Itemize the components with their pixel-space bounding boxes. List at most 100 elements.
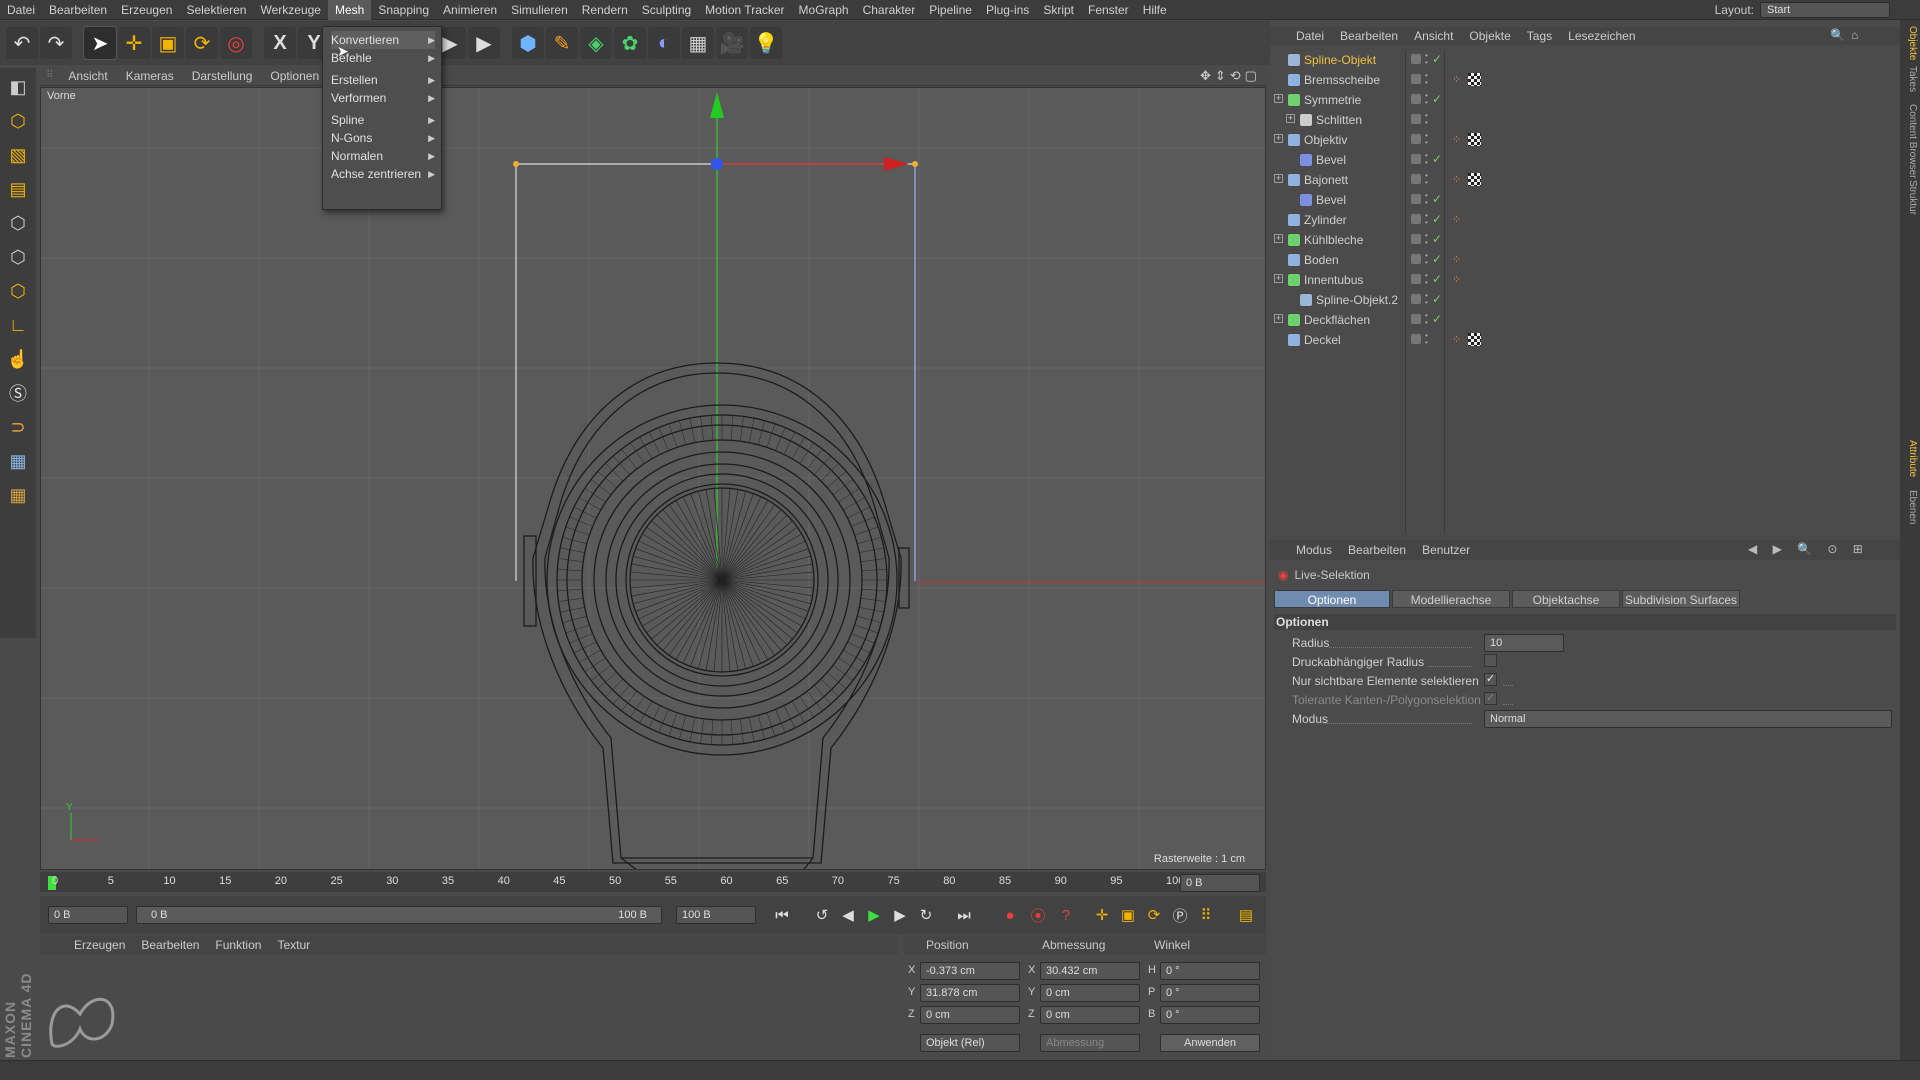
viewport-menu-optionen[interactable]: Optionen	[261, 69, 328, 83]
material-tag-icon[interactable]	[1468, 333, 1481, 346]
object-row-k-hlbleche[interactable]: + Kühlbleche • • ✓	[1270, 230, 1900, 250]
move-icon[interactable]: ✛	[118, 27, 150, 59]
rotation-h-field[interactable]: 0 °	[1160, 962, 1260, 980]
object-name[interactable]: Spline-Objekt.2	[1316, 293, 1398, 307]
mode-select[interactable]: Normal	[1484, 710, 1892, 728]
object-name[interactable]: Bevel	[1316, 153, 1346, 167]
object-name[interactable]: Innentubus	[1304, 273, 1363, 287]
tag-icon[interactable]: ⁘	[1452, 133, 1461, 146]
menu-datei[interactable]: Datei	[0, 0, 42, 20]
menu-mograph[interactable]: MoGraph	[792, 0, 856, 20]
side-tab-content-browser[interactable]: Content Browser	[1902, 104, 1918, 178]
layer-flag-icon[interactable]	[1411, 254, 1421, 264]
menu-rendern[interactable]: Rendern	[575, 0, 635, 20]
object-name[interactable]: Deckflächen	[1304, 313, 1370, 327]
size-z-field[interactable]: 0 cm	[1040, 1006, 1140, 1024]
size-x-field[interactable]: 30.432 cm	[1040, 962, 1140, 980]
menu-mesh[interactable]: Mesh	[327, 0, 372, 20]
mesh-menu-item-achse-zentrieren[interactable]: Achse zentrieren ▶	[331, 165, 435, 183]
tab-modellierachse[interactable]: Modellierachse	[1392, 590, 1510, 608]
enabled-check-icon[interactable]: ✓	[1432, 212, 1442, 226]
cube-icon[interactable]: ⬢	[512, 27, 544, 59]
expand-toggle-icon[interactable]: +	[1274, 234, 1283, 243]
object-name[interactable]: Boden	[1304, 253, 1339, 267]
redo-icon[interactable]: ↷	[40, 27, 72, 59]
subdivision-icon[interactable]: ◈	[580, 27, 612, 59]
menu-bearbeiten[interactable]: Bearbeiten	[42, 0, 114, 20]
layout-select[interactable]: Start	[1760, 2, 1890, 18]
enabled-check-icon[interactable]: ✓	[1432, 292, 1442, 306]
menu-hilfe[interactable]: Hilfe	[1136, 0, 1174, 20]
menu-pipeline[interactable]: Pipeline	[922, 0, 979, 20]
object-row-innentubus[interactable]: + Innentubus • • ✓ ⁘	[1270, 270, 1900, 290]
expand-toggle-icon[interactable]: +	[1286, 114, 1295, 123]
expand-toggle-icon[interactable]: +	[1274, 94, 1283, 103]
viewport-nav-icons[interactable]: ✥⇕⟲▢	[1200, 68, 1261, 84]
menu-snapping[interactable]: Snapping	[371, 0, 436, 20]
model-mode-icon[interactable]: ⬡	[3, 106, 33, 136]
goto-end-icon[interactable]: ⏭	[952, 903, 976, 927]
object-name[interactable]: Bremsscheibe	[1304, 73, 1380, 87]
polygons-mode-icon[interactable]: ⬡	[3, 276, 33, 306]
texture-mode-icon[interactable]: ▧	[3, 140, 33, 170]
magnet-icon[interactable]: ⊃	[3, 412, 33, 442]
layer-flag-icon[interactable]	[1411, 154, 1421, 164]
key-position-icon[interactable]: ✛	[1090, 903, 1114, 927]
position-x-field[interactable]: -0.373 cm	[920, 962, 1020, 980]
visibility-dots-icon[interactable]: • •	[1425, 132, 1428, 147]
mesh-menu-item-n-gons[interactable]: N-Gons ▶	[331, 129, 435, 147]
enabled-check-icon[interactable]: ✓	[1432, 272, 1442, 286]
frame-range-slider[interactable]: 0 B 100 B	[136, 906, 662, 924]
end-frame-field[interactable]: 100 B	[676, 906, 756, 924]
tag-icon[interactable]: ⁘	[1452, 173, 1461, 186]
menu-werkzeuge[interactable]: Werkzeuge	[253, 0, 327, 20]
layer-flag-icon[interactable]	[1411, 234, 1421, 244]
param-checkbox[interactable]: ✓	[1484, 673, 1497, 686]
om-search-icons[interactable]: 🔍⌂	[1830, 28, 1864, 42]
expand-toggle-icon[interactable]: +	[1274, 274, 1283, 283]
auto-key-icon[interactable]: ⦿	[1026, 903, 1050, 927]
timeline-ruler[interactable]: 0 5 10 15 20 25 30 35 40 45 50 55 60 65 70 75 80 85 90 95 10…	[40, 872, 1266, 892]
object-row-spline-objekt-2[interactable]: Spline-Objekt.2 • • ✓	[1270, 290, 1900, 310]
light-icon[interactable]: 💡	[750, 27, 782, 59]
param-checkbox[interactable]: ✓	[1484, 692, 1497, 705]
object-row-bajonett[interactable]: + Bajonett • • ⁘	[1270, 170, 1900, 190]
rotation-b-field[interactable]: 0 °	[1160, 1006, 1260, 1024]
undo-icon[interactable]: ↶	[6, 27, 38, 59]
goto-start-icon[interactable]: ⏮	[770, 903, 794, 927]
mesh-menu-item-spline[interactable]: Spline ▶	[331, 111, 435, 129]
scale-icon[interactable]: ▣	[152, 27, 184, 59]
menu-animieren[interactable]: Animieren	[436, 0, 504, 20]
dimension-mode-select[interactable]: Abmessung	[1040, 1034, 1140, 1052]
workplane-mode-icon[interactable]: ▤	[3, 174, 33, 204]
object-row-boden[interactable]: Boden • • ✓ ⁘	[1270, 250, 1900, 270]
enabled-check-icon[interactable]: ✓	[1432, 232, 1442, 246]
live-selection-icon[interactable]: ➤	[83, 26, 117, 60]
viewport-menu-ansicht[interactable]: Ansicht	[59, 69, 116, 83]
am-menu-benutzer[interactable]: Benutzer	[1414, 543, 1478, 557]
rotate-icon[interactable]: ⟳	[186, 27, 218, 59]
material-menu-textur[interactable]: Textur	[269, 938, 318, 952]
camera-icon[interactable]: 🎥	[716, 27, 748, 59]
visibility-dots-icon[interactable]: • •	[1425, 152, 1428, 167]
floor-icon[interactable]: ▦	[682, 27, 714, 59]
object-row-deckel[interactable]: Deckel • • ⁘	[1270, 330, 1900, 350]
visibility-dots-icon[interactable]: • •	[1425, 252, 1428, 267]
object-name[interactable]: Deckel	[1304, 333, 1341, 347]
material-manager-area[interactable]	[40, 956, 898, 1056]
menu-plug-ins[interactable]: Plug-ins	[979, 0, 1036, 20]
mesh-menu-item-verformen[interactable]: Verformen ▶	[331, 89, 435, 107]
menu-erzeugen[interactable]: Erzeugen	[114, 0, 179, 20]
prev-key-icon[interactable]: ↺	[810, 903, 834, 927]
object-row-bremsscheibe[interactable]: Bremsscheibe • • ⁘	[1270, 70, 1900, 90]
key-parameter-icon[interactable]: Ⓟ	[1168, 903, 1192, 927]
position-y-field[interactable]: 31.878 cm	[920, 984, 1020, 1002]
tag-icon[interactable]: ⁘	[1452, 333, 1461, 346]
position-z-field[interactable]: 0 cm	[920, 1006, 1020, 1024]
visibility-dots-icon[interactable]: • •	[1425, 312, 1428, 327]
layer-flag-icon[interactable]	[1411, 74, 1421, 84]
current-frame-field[interactable]: 0 B	[1180, 874, 1260, 892]
rotation-p-field[interactable]: 0 °	[1160, 984, 1260, 1002]
am-menu-modus[interactable]: Modus	[1288, 543, 1340, 557]
om-menu-bearbeiten[interactable]: Bearbeiten	[1332, 29, 1406, 43]
